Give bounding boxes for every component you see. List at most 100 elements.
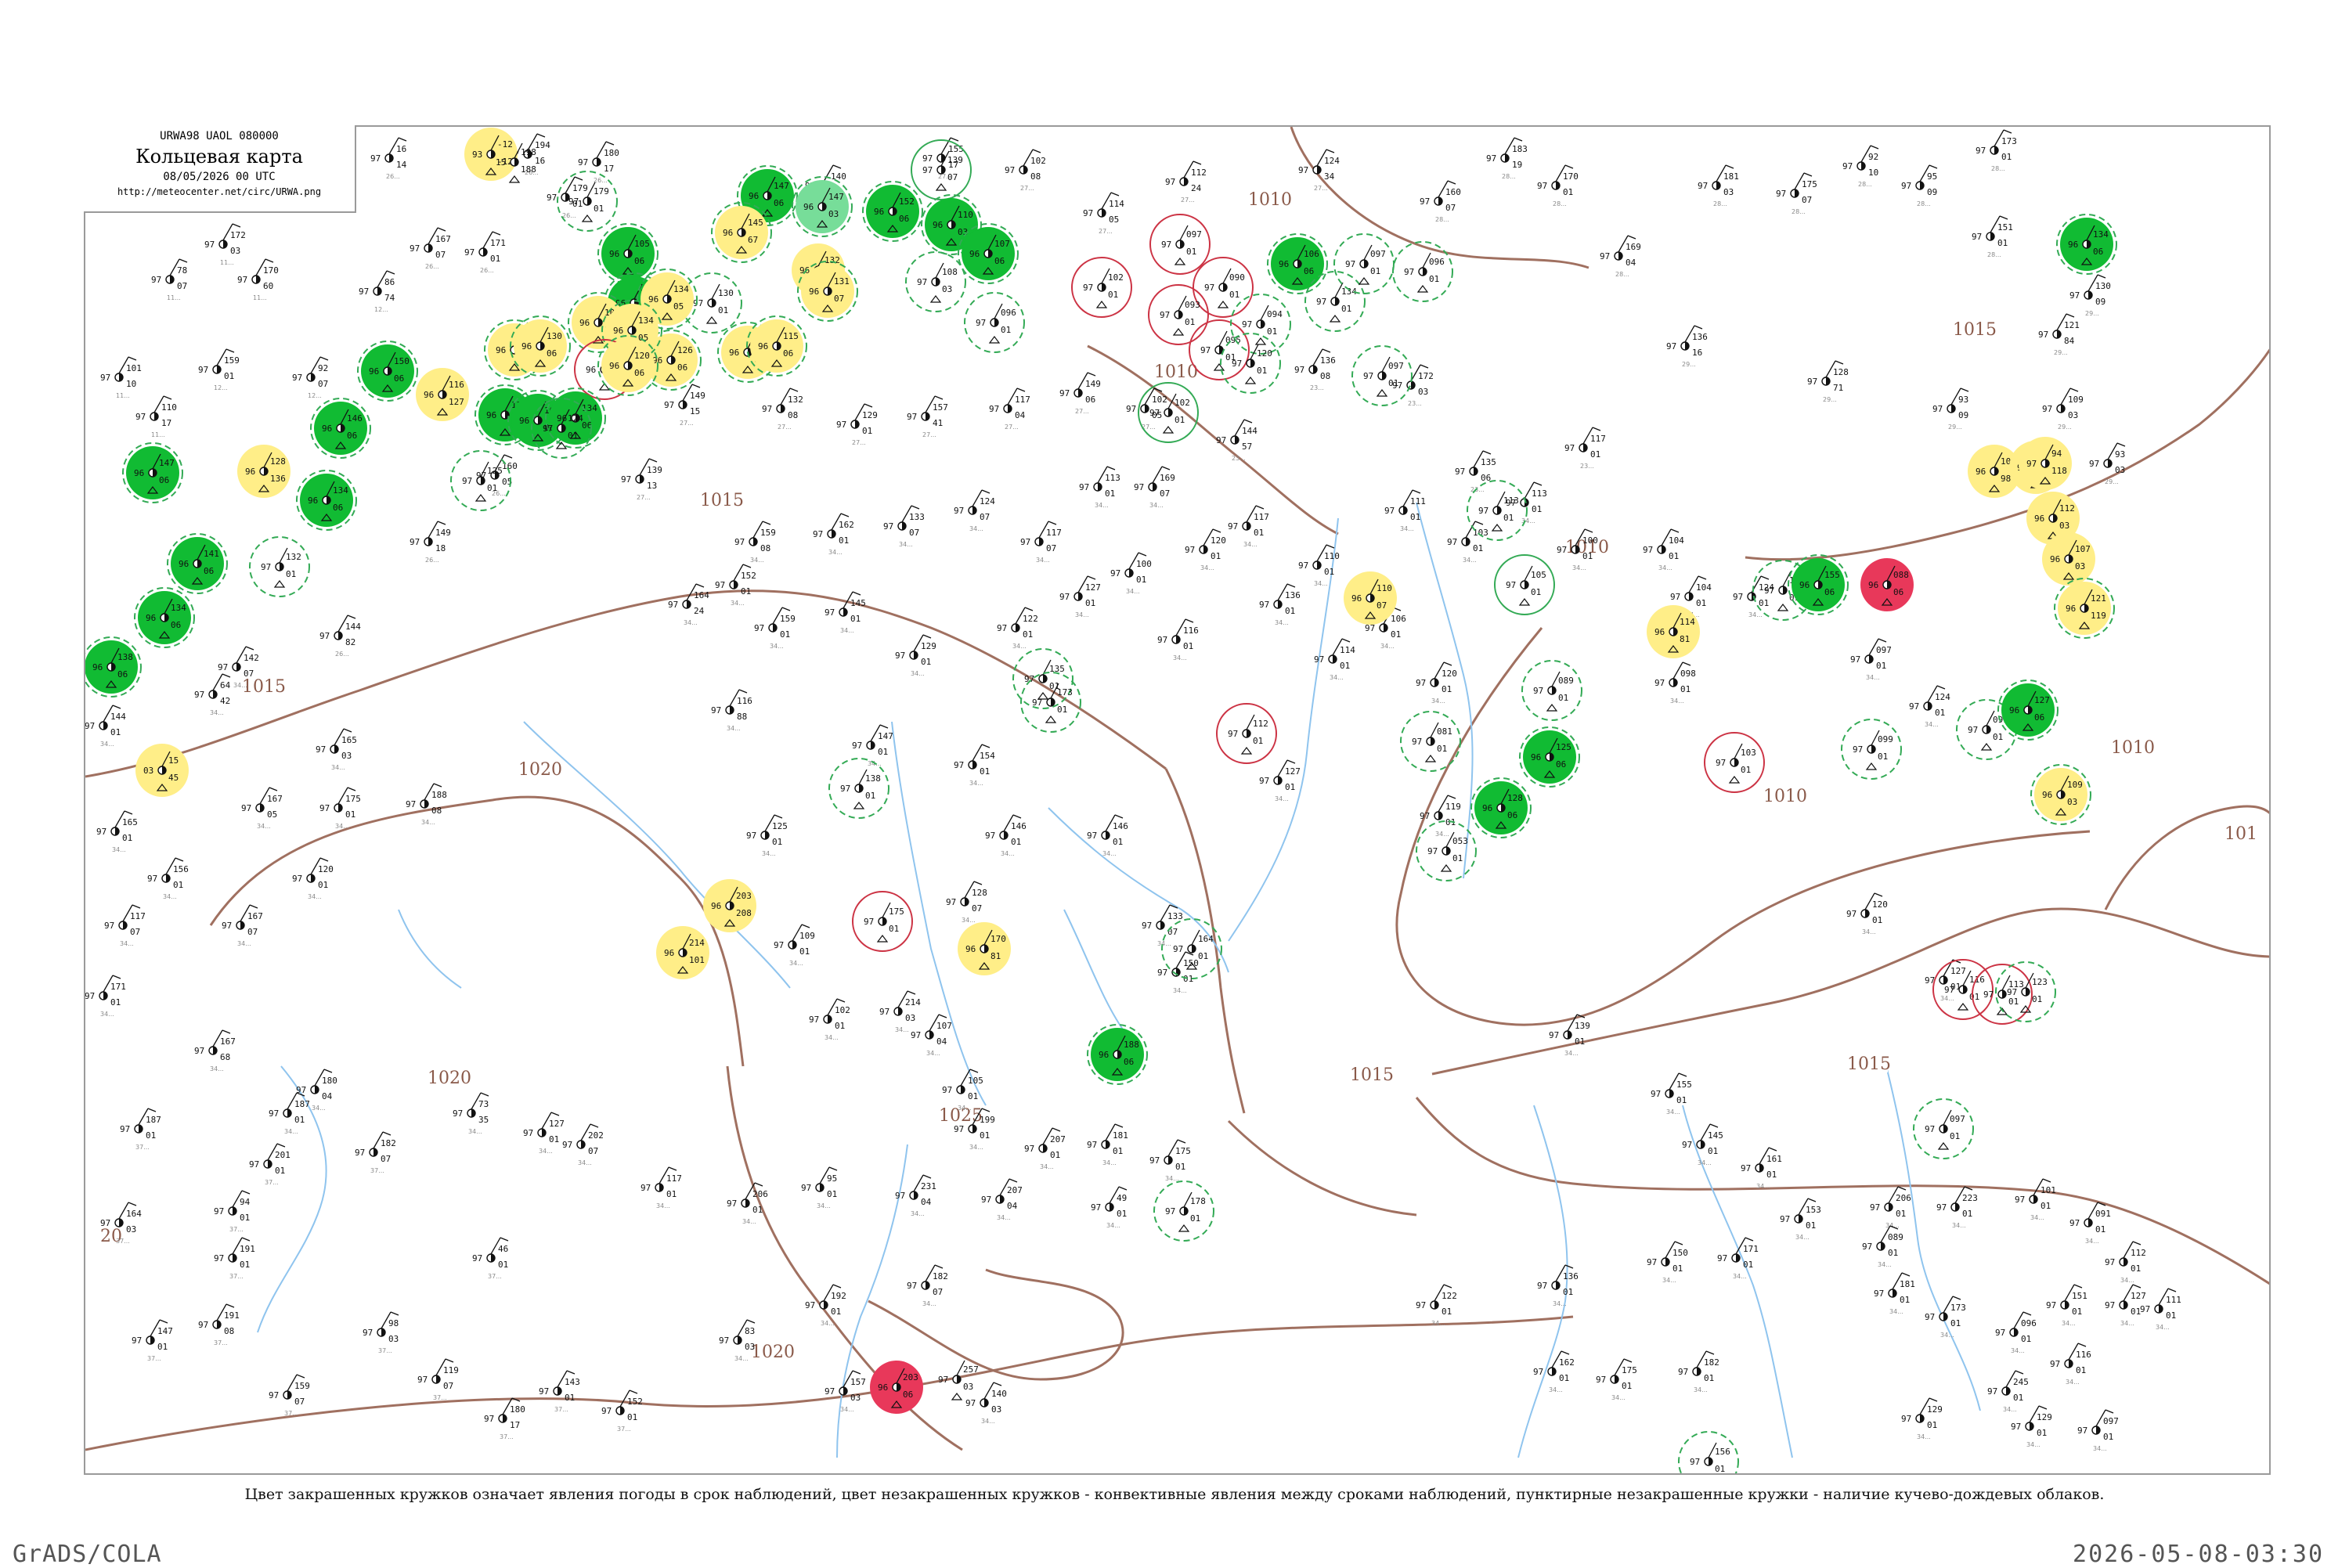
weather-symbol[interactable]: 178 97 01 [1153,1181,1214,1242]
weather-symbol[interactable]: 097 97 01 [1333,233,1395,294]
station-plot[interactable]: 214 97 03 34... [879,990,921,1033]
station-plot[interactable]: 157 97 41 27... [907,395,948,438]
station-plot[interactable]: 170 97 60 11... [237,258,279,301]
station-plot[interactable]: 159 97 01 12... [198,348,240,391]
weather-symbol[interactable]: 089 97 01 [1521,660,1582,721]
station-plot[interactable]: 117 97 01 34... [1228,505,1269,548]
weather-symbol[interactable]: 093 97 01 [1148,284,1209,345]
station-plot[interactable]: 147970134... [852,724,893,767]
weather-symbol[interactable]: 109 96 03 [2030,764,2091,825]
weather-symbol[interactable]: 141 96 06 [167,533,228,594]
weather-symbol[interactable]: 164 97 01 [1161,918,1222,979]
weather-symbol[interactable]: 15 03 45 [135,744,189,797]
weather-symbol[interactable]: 099 97 01 [1841,719,1902,780]
weather-symbol[interactable]: 128 96 06 [1470,777,1532,838]
station-plot[interactable]: 202 97 07 34... [562,1123,604,1166]
station-plot[interactable]: 167 97 07 26... [410,227,451,270]
station-plot[interactable]: 136 97 16 29... [1666,325,1708,368]
weather-symbol[interactable]: 120 97 01 [1220,333,1281,394]
station-plot[interactable]: 223 97 01 34... [1936,1186,1978,1229]
weather-symbol[interactable]: 108 97 03 [905,251,966,312]
station-plot[interactable]: 129 97 01 34... [1901,1397,1943,1440]
station-plot[interactable]: 159 97 01 34... [754,607,796,650]
weather-symbol[interactable]: 146 96 06 [310,398,371,459]
station-plot[interactable]: 164 97 24 34... [668,583,709,626]
station-plot[interactable]: 101 97 10 11... [100,356,142,399]
station-plot[interactable]: 92 97 07 12... [292,356,328,399]
station-plot[interactable]: 46 97 01 37... [472,1237,508,1280]
station-plot[interactable]: 117 97 01 34... [640,1166,682,1209]
station-plot[interactable]: 207 97 01 34... [1024,1127,1066,1170]
station-plot[interactable]: 191 97 01 37... [214,1237,255,1280]
station-plot[interactable]: 100 97 01 34... [1110,552,1152,595]
station-plot[interactable]: 117 97 01 23... [1564,427,1606,470]
station-plot[interactable]: 122 97 01 34... [997,607,1038,650]
station-plot[interactable]: 182 97 07 37... [355,1131,396,1174]
station-plot[interactable]: 116 97 01 34... [2050,1343,2091,1386]
station-plot[interactable]: 95 97 01 34... [801,1166,837,1209]
station-plot[interactable]: 181 97 01 34... [1087,1123,1128,1166]
station-plot[interactable]: 155 97 01 34... [1651,1072,1692,1116]
station-plot[interactable]: 129 97 01 34... [2011,1405,2052,1448]
station-plot[interactable]: 245 97 01 34... [1987,1370,2029,1413]
weather-symbol[interactable]: 131 96 07 [797,261,858,322]
station-plot[interactable]: 116 97 88 34... [711,689,752,732]
station-plot[interactable]: 110 97 01 34... [1298,544,1340,587]
weather-symbol[interactable]: 096 97 01 [1392,241,1453,302]
station-plot[interactable]: 114 97 01 34... [1314,638,1355,681]
synoptic-map[interactable]: 1010101010151015102010201025102010101010… [85,127,2271,1475]
station-plot[interactable]: 109 97 01 34... [774,924,815,967]
station-plot[interactable]: 136 97 08 23... [1294,348,1336,391]
station-plot[interactable]: 129 97 01 34... [895,634,936,677]
station-plot[interactable]: 128 97 71 29... [1807,360,1849,403]
weather-symbol[interactable]: 081 97 01 [1400,711,1461,772]
station-plot[interactable]: 120 97 01 34... [1846,892,1888,935]
station-plot[interactable]: 129 97 01 27... [836,403,878,446]
station-plot[interactable]: 120 97 01 34... [1185,528,1226,571]
station-plot[interactable]: 151 97 01 34... [2046,1284,2087,1327]
station-plot[interactable]: 167 97 05 34... [241,787,283,830]
station-plot[interactable]: 133970734... [1142,904,1183,947]
station-plot[interactable]: 144 97 82 26... [319,615,361,658]
station-plot[interactable]: 78 97 07 11... [151,258,187,301]
station-plot[interactable]: 139 97 13 27... [621,458,662,501]
station-plot[interactable]: 114 97 05 27... [1083,192,1124,235]
station-plot[interactable]: 124 97 01 34... [1909,685,1950,728]
station-plot[interactable]: 151 97 01 28... [1972,215,2013,258]
station-plot[interactable]: 191 97 08 37... [198,1303,240,1346]
station-plot[interactable]: 206 97 01 34... [1870,1186,1911,1229]
station-plot[interactable]: 109 97 03 29... [2042,387,2084,431]
station-plot[interactable]: 167 97 07 34... [222,904,263,947]
station-plot[interactable]: 117 97 04 27... [989,387,1030,431]
station-plot[interactable]: 104 97 01 34... [1643,528,1684,571]
station-plot[interactable]: 165 97 01 34... [96,810,138,853]
station-plot[interactable]: 121 97 84 29... [2038,313,2080,356]
weather-symbol[interactable]: 156 97 01 [1678,1431,1739,1475]
weather-symbol[interactable]: 257 97 03 [938,1360,979,1400]
station-plot[interactable]: 149 97 18 26... [410,521,451,564]
station-plot[interactable]: 132 97 08 27... [762,387,803,431]
station-plot[interactable]: 180 97 17 37... [484,1397,525,1440]
station-plot[interactable]: 125 97 01 34... [746,814,788,857]
weather-symbol[interactable]: 134 96 06 [296,470,357,531]
station-plot[interactable]: 146 97 01 34... [1087,814,1128,857]
weather-symbol[interactable]: 94 97 118 [2019,437,2072,490]
weather-symbol[interactable]: 125 96 06 [1519,726,1580,788]
station-plot[interactable]: 102 97 01 34... [809,998,850,1041]
weather-symbol[interactable]: 139 97 07 [911,139,972,200]
station-plot[interactable]: 167 97 68 34... [194,1029,236,1072]
station-plot[interactable]: 94 97 01 37... [214,1190,251,1233]
station-plot[interactable]: 149 97 06 27... [1059,372,1101,415]
station-plot[interactable]: 127 97 01 34... [1059,575,1101,618]
weather-symbol[interactable]: 114 96 81 [1647,605,1700,658]
station-plot[interactable]: 127 97 01 34... [1259,759,1301,802]
station-plot[interactable]: 153 97 01 34... [1780,1198,1821,1241]
weather-symbol[interactable]: 170 96 81 [958,922,1011,975]
weather-symbol[interactable]: 138 97 01 [828,758,889,819]
station-plot[interactable]: 92 97 10 28... [1842,145,1878,188]
station-plot[interactable]: 124 97 07 34... [954,489,995,532]
weather-symbol[interactable]: 097 97 01 [1913,1098,1974,1159]
station-plot[interactable]: 181 97 03 28... [1698,164,1739,207]
station-plot[interactable]: 119 97 07 37... [417,1358,459,1401]
station-plot[interactable]: 139 97 01 34... [1549,1014,1590,1057]
